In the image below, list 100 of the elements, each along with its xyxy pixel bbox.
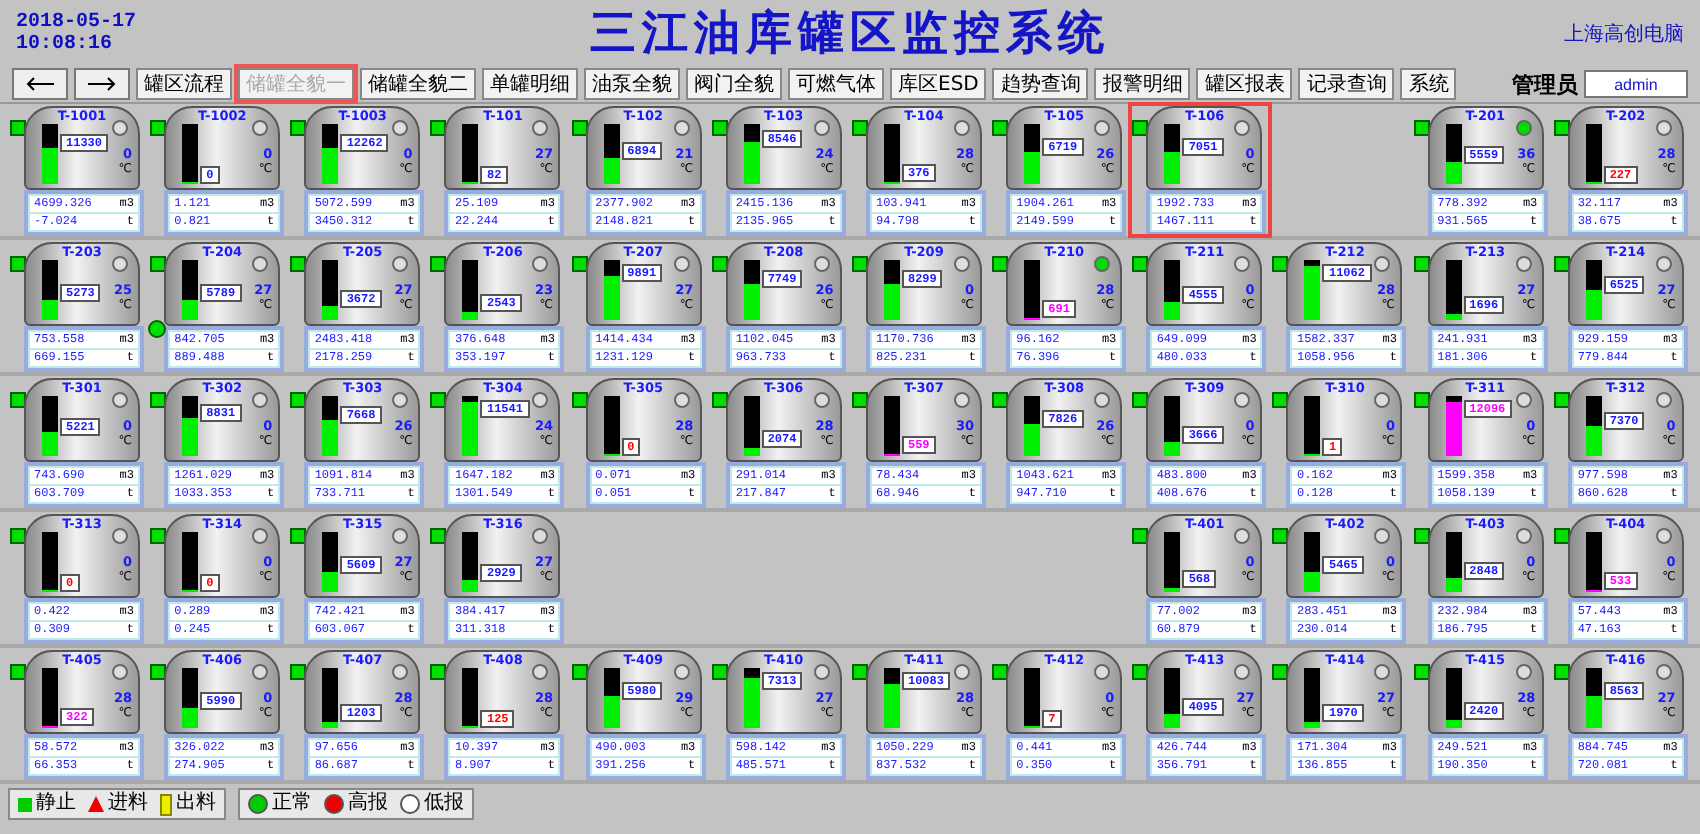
- level-gauge: [603, 124, 620, 184]
- menu-tab[interactable]: 单罐明细: [482, 68, 578, 100]
- level-gauge: [1024, 396, 1041, 456]
- level-gauge: [743, 124, 760, 184]
- level-gauge: [883, 124, 900, 184]
- left-arrow-icon: [24, 76, 56, 92]
- status-square-icon: [150, 664, 167, 680]
- level-gauge: [182, 396, 199, 456]
- level-gauge: [1164, 396, 1181, 456]
- menu-tab[interactable]: 可燃气体: [788, 68, 884, 100]
- status-square-icon: [992, 120, 1009, 136]
- level-gauge: [603, 260, 620, 320]
- level-gauge: [1304, 260, 1321, 320]
- level-gauge: [42, 124, 58, 184]
- level-gauge: [42, 532, 58, 592]
- menu-tab[interactable]: 记录查询: [1298, 68, 1395, 100]
- level-gauge: [883, 260, 900, 320]
- triangle-icon: [88, 796, 104, 812]
- status-square-icon: [1272, 256, 1289, 272]
- forward-button[interactable]: [74, 68, 130, 100]
- status-square-icon: [1413, 392, 1430, 408]
- level-gauge: [1024, 668, 1041, 728]
- menu-tab[interactable]: 罐区报表: [1196, 68, 1293, 100]
- level-gauge: [1164, 124, 1181, 184]
- status-square-icon: [571, 664, 588, 680]
- user-label: 管理员: [1512, 69, 1578, 99]
- status-square-icon: [150, 256, 167, 272]
- level-gauge: [1164, 668, 1181, 728]
- menu-tab[interactable]: 系统: [1400, 68, 1457, 100]
- legend-label: 低报: [424, 792, 464, 816]
- status-square-icon: [1272, 528, 1289, 544]
- level-gauge: [462, 260, 479, 320]
- level-gauge: [462, 532, 479, 592]
- legend-label: 正常: [272, 792, 312, 816]
- company-name: 上海高创电脑: [1562, 21, 1684, 47]
- level-gauge: [1445, 668, 1462, 728]
- status-square-icon: [1132, 256, 1149, 272]
- level-gauge: [42, 260, 58, 320]
- status-square-icon: [1132, 664, 1149, 680]
- menu-tab[interactable]: 趋势查询: [992, 68, 1089, 100]
- menu-tab[interactable]: 油泵全貌: [584, 68, 680, 100]
- dot-icon: [248, 794, 268, 814]
- level-gauge: [42, 396, 58, 456]
- level-gauge: [603, 396, 620, 456]
- level-gauge: [603, 668, 620, 728]
- status-square-icon: [571, 120, 588, 136]
- level-gauge: [1585, 396, 1602, 456]
- level-gauge: [1164, 532, 1181, 592]
- status-square-icon: [851, 392, 868, 408]
- menu-tab[interactable]: 报警明细: [1094, 68, 1191, 100]
- level-gauge: [1164, 260, 1181, 320]
- back-button[interactable]: [12, 68, 68, 100]
- level-gauge: [1585, 532, 1602, 592]
- level-gauge: [182, 668, 199, 728]
- status-square-icon: [10, 528, 26, 544]
- level-gauge: [1024, 124, 1041, 184]
- level-gauge: [1024, 260, 1041, 320]
- status-square-icon: [851, 256, 868, 272]
- status-square-icon: [1553, 664, 1570, 680]
- status-square-icon: [1413, 528, 1430, 544]
- legend-label: 进料: [108, 792, 148, 816]
- status-square-icon: [150, 528, 167, 544]
- level-gauge: [322, 396, 339, 456]
- status-square-icon: [430, 256, 447, 272]
- system-title: 三江油库罐区监控系统: [588, 4, 1112, 64]
- level-gauge: [462, 396, 479, 456]
- legend-label: 静止: [36, 792, 76, 816]
- level-gauge: [322, 668, 339, 728]
- status-square-icon: [571, 256, 588, 272]
- status-square-icon: [711, 120, 728, 136]
- status-square-icon: [1413, 256, 1430, 272]
- status-square-icon: [1413, 664, 1430, 680]
- status-square-icon: [1413, 120, 1430, 136]
- level-gauge: [1585, 124, 1602, 184]
- status-square-icon: [430, 120, 447, 136]
- level-gauge: [1304, 668, 1321, 728]
- level-gauge: [743, 260, 760, 320]
- status-square-icon: [992, 256, 1009, 272]
- status-square-icon: [290, 528, 307, 544]
- time-text: 10:08:16: [16, 33, 115, 55]
- menu-tab[interactable]: 库区ESD: [890, 68, 987, 100]
- menu-tab[interactable]: 储罐全貌二: [360, 68, 476, 100]
- level-gauge: [1445, 396, 1462, 456]
- status-square-icon: [290, 120, 307, 136]
- user-field[interactable]: admin: [1584, 70, 1688, 98]
- level-gauge: [1445, 124, 1462, 184]
- level-gauge: [322, 124, 339, 184]
- level-gauge: [1585, 260, 1602, 320]
- status-square-icon: [10, 664, 26, 680]
- level-gauge: [883, 396, 900, 456]
- status-square-icon: [10, 392, 26, 408]
- status-square-icon: [851, 664, 868, 680]
- status-square-icon: [1132, 528, 1149, 544]
- level-gauge: [182, 260, 199, 320]
- status-square-icon: [10, 120, 26, 136]
- bar-icon: [160, 793, 172, 815]
- menu-tab[interactable]: 阀门全貌: [686, 68, 782, 100]
- status-square-icon: [290, 392, 307, 408]
- status-square-icon: [1553, 528, 1570, 544]
- menu-tab[interactable]: 罐区流程: [136, 68, 232, 100]
